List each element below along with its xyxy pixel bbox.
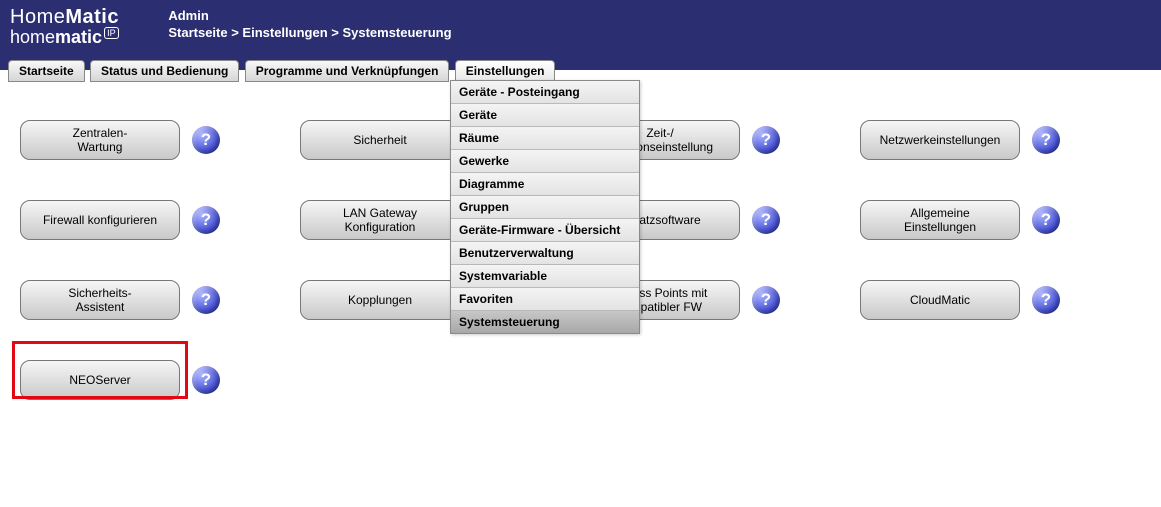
help-icon[interactable]: ? bbox=[752, 286, 780, 314]
dropdown-item[interactable]: Geräte - Posteingang bbox=[451, 81, 639, 104]
header: HomeMatic homematicIP Admin Startseite >… bbox=[0, 0, 1161, 70]
logo-main-part1: Home bbox=[10, 6, 65, 28]
dropdown-item[interactable]: Räume bbox=[451, 127, 639, 150]
kopplungen-button[interactable]: Kopplungen bbox=[300, 280, 460, 320]
cell-cloudmatic: CloudMatic ? bbox=[860, 270, 1130, 330]
sicherheits-assistent-button[interactable]: Sicherheits-Assistent bbox=[20, 280, 180, 320]
lan-gateway-button[interactable]: LAN GatewayKonfiguration bbox=[300, 200, 460, 240]
dropdown-einstellungen: Geräte - PosteingangGeräteRäumeGewerkeDi… bbox=[450, 80, 640, 334]
cell-netzwerk: Netzwerkeinstellungen ? bbox=[860, 110, 1130, 170]
help-icon[interactable]: ? bbox=[1032, 206, 1060, 234]
ip-badge: IP bbox=[104, 27, 119, 39]
logo-sub: homematicIP bbox=[10, 27, 155, 48]
breadcrumb: Startseite > Einstellungen > Systemsteue… bbox=[168, 25, 451, 40]
dropdown-item[interactable]: Diagramme bbox=[451, 173, 639, 196]
cell-sicherheits-assistent: Sicherheits-Assistent ? bbox=[20, 270, 290, 330]
dropdown-item[interactable]: Geräte bbox=[451, 104, 639, 127]
help-icon[interactable]: ? bbox=[192, 206, 220, 234]
sicherheit-button[interactable]: Sicherheit bbox=[300, 120, 460, 160]
content: Geräte - PosteingangGeräteRäumeGewerkeDi… bbox=[0, 70, 1161, 430]
neoserver-button[interactable]: NEOServer bbox=[20, 360, 180, 400]
help-icon[interactable]: ? bbox=[1032, 286, 1060, 314]
zentralen-wartung-button[interactable]: Zentralen-Wartung bbox=[20, 120, 180, 160]
help-icon[interactable]: ? bbox=[752, 206, 780, 234]
dropdown-item[interactable]: Benutzerverwaltung bbox=[451, 242, 639, 265]
cloudmatic-button[interactable]: CloudMatic bbox=[860, 280, 1020, 320]
breadcrumb-block: Admin Startseite > Einstellungen > Syste… bbox=[168, 8, 451, 40]
allgemeine-button[interactable]: AllgemeineEinstellungen bbox=[860, 200, 1020, 240]
cell-allgemeine: AllgemeineEinstellungen ? bbox=[860, 190, 1130, 250]
dropdown-item[interactable]: Favoriten bbox=[451, 288, 639, 311]
logo-sub-part2: matic bbox=[55, 27, 102, 47]
dropdown-item[interactable]: Geräte-Firmware - Übersicht bbox=[451, 219, 639, 242]
logo-main: HomeMatic bbox=[10, 6, 155, 29]
cell-neoserver: NEOServer ? bbox=[20, 350, 290, 410]
help-icon[interactable]: ? bbox=[192, 366, 220, 394]
dropdown-item[interactable]: Systemvariable bbox=[451, 265, 639, 288]
logo-main-part2: Matic bbox=[65, 6, 119, 28]
netzwerk-button[interactable]: Netzwerkeinstellungen bbox=[860, 120, 1020, 160]
dropdown-item[interactable]: Systemsteuerung bbox=[451, 311, 639, 333]
help-icon[interactable]: ? bbox=[192, 286, 220, 314]
help-icon[interactable]: ? bbox=[752, 126, 780, 154]
help-icon[interactable]: ? bbox=[192, 126, 220, 154]
help-icon[interactable]: ? bbox=[1032, 126, 1060, 154]
firewall-button[interactable]: Firewall konfigurieren bbox=[20, 200, 180, 240]
dropdown-item[interactable]: Gewerke bbox=[451, 150, 639, 173]
admin-label: Admin bbox=[168, 8, 451, 23]
dropdown-item[interactable]: Gruppen bbox=[451, 196, 639, 219]
cell-firewall: Firewall konfigurieren ? bbox=[20, 190, 290, 250]
cell-zentralen: Zentralen-Wartung ? bbox=[20, 110, 290, 170]
logo: HomeMatic homematicIP bbox=[10, 6, 155, 48]
logo-sub-part1: home bbox=[10, 27, 55, 47]
